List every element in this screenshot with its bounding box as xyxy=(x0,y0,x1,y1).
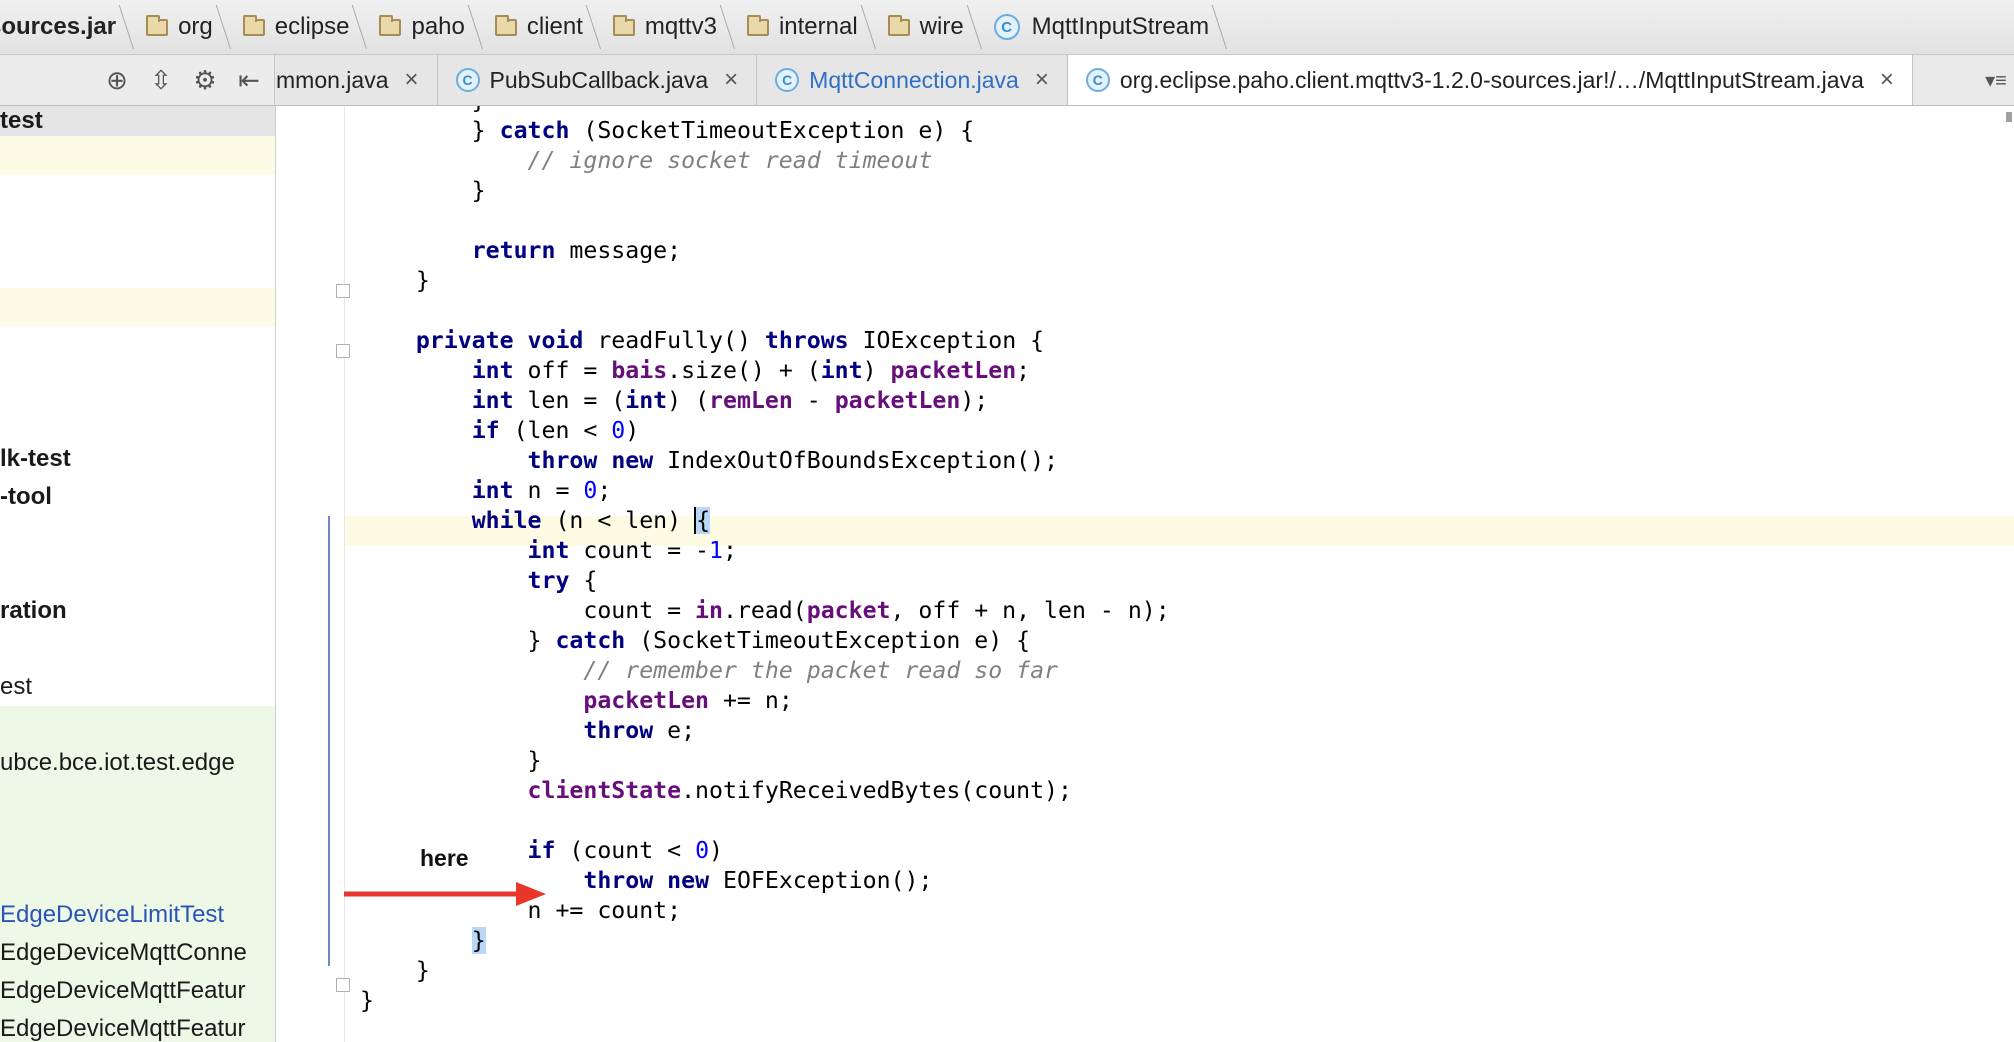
close-icon[interactable]: × xyxy=(1880,66,1894,94)
code-line[interactable]: throw e; xyxy=(360,716,695,746)
scope-indicator xyxy=(328,516,330,966)
tab-pubsubcallback[interactable]: C PubSubCallback.java × xyxy=(437,55,758,105)
annotation-label: here xyxy=(420,845,469,871)
tree-item[interactable]: ration xyxy=(0,592,275,630)
tree-item-selected[interactable]: EdgeDeviceLimitTest xyxy=(0,896,275,934)
folder-icon xyxy=(242,14,265,36)
code-line[interactable]: packetLen += n; xyxy=(360,686,792,716)
breadcrumb-item-org[interactable]: org xyxy=(136,0,233,54)
gear-icon[interactable]: ⚙ xyxy=(190,65,220,95)
fold-toggle-icon[interactable] xyxy=(336,978,350,992)
class-icon: C xyxy=(1085,68,1110,92)
code-line[interactable]: // ignore socket read timeout xyxy=(360,146,933,176)
code-line[interactable]: while (n < len) { xyxy=(360,506,711,536)
tree-item[interactable]: test xyxy=(0,106,275,140)
code-line[interactable]: private void readFully() throws IOExcept… xyxy=(360,326,1044,356)
error-stripe-marker[interactable] xyxy=(2006,112,2012,122)
breadcrumb-item-jar[interactable]: sources.jar xyxy=(0,0,136,54)
close-icon[interactable]: × xyxy=(724,66,738,94)
code-line[interactable]: } xyxy=(360,986,374,1016)
class-icon: C xyxy=(455,68,480,92)
tab-mqttconnection[interactable]: C MqttConnection.java × xyxy=(757,55,1068,105)
tree-highlight xyxy=(0,136,275,174)
class-icon: C xyxy=(775,68,800,92)
code-line[interactable]: } xyxy=(360,266,430,296)
tree-item[interactable]: EdgeDeviceMqttFeatur xyxy=(0,1010,275,1042)
breadcrumb-item-client[interactable]: client xyxy=(485,0,603,54)
folder-icon xyxy=(494,14,517,36)
close-icon[interactable]: × xyxy=(404,66,418,94)
editor-gutter xyxy=(276,106,345,1042)
navigation-breadcrumb: sources.jar org eclipse paho client mqtt… xyxy=(0,0,2014,55)
editor-tab-bar: ⊕ ⇳ ⚙ ⇤ mmon.java × C PubSubCallback.jav… xyxy=(0,55,2014,106)
tab-list-icon[interactable]: ▾≡ xyxy=(1978,55,2014,105)
folder-icon xyxy=(146,14,169,36)
folder-icon xyxy=(612,14,635,36)
folder-icon xyxy=(379,14,402,36)
arrow-head xyxy=(516,882,546,906)
code-line[interactable]: } xyxy=(360,176,486,206)
breadcrumb-item-paho[interactable]: paho xyxy=(369,0,484,54)
project-tree: test lk-test -tool ration est ubce.bce.i… xyxy=(0,106,276,1042)
code-line[interactable]: try { xyxy=(360,566,598,596)
tab-common[interactable]: mmon.java × xyxy=(276,55,438,105)
tree-item[interactable]: lk-test xyxy=(0,440,275,478)
code-line[interactable]: } catch (SocketTimeoutException e) { xyxy=(360,626,1031,656)
code-line[interactable]: int off = bais.size() + (int) packetLen; xyxy=(360,356,1030,386)
crosshair-icon[interactable]: ⊕ xyxy=(102,65,132,95)
project-toolbar: ⊕ ⇳ ⚙ ⇤ xyxy=(0,55,275,105)
breadcrumb-item-class[interactable]: C MqttInputStream xyxy=(984,0,1229,54)
code-line[interactable]: if (len < 0) xyxy=(360,416,640,446)
code-line[interactable]: } xyxy=(360,106,486,116)
close-icon[interactable]: × xyxy=(1035,66,1049,94)
collapse-icon[interactable]: ⇳ xyxy=(146,65,176,95)
fold-toggle-icon[interactable] xyxy=(336,284,350,298)
tree-item[interactable]: ubce.bce.iot.test.edge xyxy=(0,744,275,782)
code-line[interactable]: int len = (int) (remLen - packetLen); xyxy=(360,386,989,416)
code-line[interactable]: return message; xyxy=(360,236,681,266)
code-line[interactable]: } catch (SocketTimeoutException e) { xyxy=(360,116,975,146)
tab-mqttinputstream[interactable]: C org.eclipse.paho.client.mqttv3-1.2.0-s… xyxy=(1067,55,1913,105)
code-line[interactable]: int count = -1; xyxy=(360,536,737,566)
tree-item[interactable]: est xyxy=(0,668,275,706)
tree-item[interactable]: -tool xyxy=(0,478,275,516)
breadcrumb-item-mqttv3[interactable]: mqttv3 xyxy=(603,0,737,54)
tree-item[interactable]: EdgeDeviceMqttConne xyxy=(0,934,275,972)
code-line[interactable]: } xyxy=(360,746,542,776)
code-line[interactable]: int n = 0; xyxy=(360,476,612,506)
class-icon: C xyxy=(993,14,1020,40)
folder-icon xyxy=(746,14,769,36)
breadcrumb-item-internal[interactable]: internal xyxy=(737,0,878,54)
fold-toggle-icon[interactable] xyxy=(336,344,350,358)
breadcrumb-item-wire[interactable]: wire xyxy=(878,0,984,54)
code-line[interactable]: } xyxy=(360,956,430,986)
folder-icon xyxy=(887,14,910,36)
annotation-arrow-icon xyxy=(344,882,546,906)
hide-icon[interactable]: ⇤ xyxy=(234,65,264,95)
code-line[interactable]: clientState.notifyReceivedBytes(count); xyxy=(360,776,1072,806)
code-line[interactable]: } xyxy=(360,926,486,956)
code-line[interactable]: // remember the packet read so far xyxy=(360,656,1058,686)
tree-item[interactable]: EdgeDeviceMqttFeatur xyxy=(0,972,275,1010)
code-line[interactable]: throw new IndexOutOfBoundsException(); xyxy=(360,446,1059,476)
breadcrumb-item-eclipse[interactable]: eclipse xyxy=(233,0,370,54)
code-line[interactable]: count = in.read(packet, off + n, len - n… xyxy=(360,596,1169,626)
tree-highlight xyxy=(0,288,275,326)
code-line[interactable]: if (count < 0) xyxy=(360,836,723,866)
